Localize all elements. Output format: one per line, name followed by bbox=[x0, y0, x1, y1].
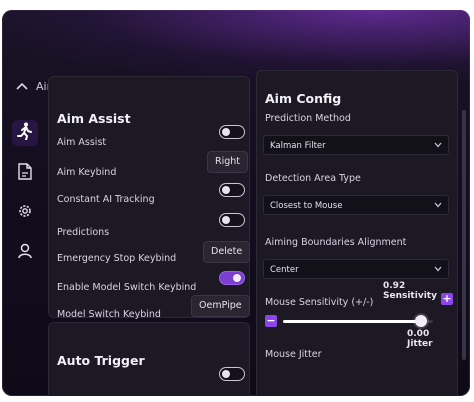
enable-model-switch-label: Enable Model Switch Keybind bbox=[57, 282, 197, 293]
detection-area-select[interactable]: Closest to Mouse bbox=[263, 195, 449, 215]
sidebar-item-models[interactable] bbox=[12, 160, 38, 186]
constant-tracking-label: Constant AI Tracking bbox=[57, 194, 155, 205]
enable-model-switch-toggle[interactable] bbox=[219, 271, 245, 285]
aiming-alignment-value: Center bbox=[270, 265, 299, 275]
prediction-method-label: Prediction Method bbox=[265, 113, 351, 124]
aim-assist-panel: Aim Assist Aim Assist Aim Keybind Right … bbox=[48, 76, 251, 320]
constant-tracking-toggle[interactable] bbox=[219, 183, 245, 197]
mouse-sensitivity-slider[interactable] bbox=[283, 320, 433, 323]
sidebar bbox=[12, 120, 40, 280]
predictions-toggle[interactable] bbox=[219, 213, 245, 227]
emergency-stop-button[interactable]: Delete bbox=[203, 241, 251, 263]
auto-trigger-panel: Auto Trigger bbox=[48, 322, 250, 396]
auto-trigger-title: Auto Trigger bbox=[57, 353, 145, 368]
mouse-sensitivity-fill bbox=[283, 320, 421, 323]
auto-trigger-toggle[interactable] bbox=[219, 367, 245, 381]
model-switch-button[interactable]: OemPipe bbox=[191, 295, 250, 317]
sensitivity-increase-button[interactable]: + bbox=[441, 293, 453, 305]
scrollbar[interactable] bbox=[462, 110, 466, 360]
app-window: Aimmy bbox=[2, 10, 470, 396]
prediction-method-select[interactable]: Kalman Filter bbox=[263, 135, 449, 155]
detection-area-value: Closest to Mouse bbox=[270, 201, 343, 211]
sensitivity-decrease-button[interactable]: − bbox=[265, 315, 277, 327]
predictions-label: Predictions bbox=[57, 227, 110, 238]
running-person-icon bbox=[17, 122, 33, 144]
emergency-stop-label: Emergency Stop Keybind bbox=[57, 253, 177, 264]
sidebar-item-settings[interactable] bbox=[12, 200, 38, 226]
sidebar-item-aim[interactable] bbox=[12, 120, 38, 146]
gear-icon bbox=[17, 203, 33, 223]
chevron-down-icon bbox=[434, 196, 442, 216]
sidebar-item-account[interactable] bbox=[12, 240, 38, 266]
aim-assist-toggle[interactable] bbox=[219, 125, 245, 139]
mouse-sensitivity-knob[interactable] bbox=[415, 315, 427, 327]
aim-assist-title: Aim Assist bbox=[57, 111, 131, 126]
model-switch-label: Model Switch Keybind bbox=[57, 309, 161, 320]
mouse-jitter-label: Mouse Jitter bbox=[265, 349, 322, 360]
aim-assist-label: Aim Assist bbox=[57, 137, 107, 148]
prediction-method-value: Kalman Filter bbox=[270, 141, 326, 151]
aiming-alignment-label: Aiming Boundaries Alignment bbox=[265, 237, 407, 248]
collapse-chevron-icon[interactable] bbox=[16, 80, 28, 93]
aim-config-title: Aim Config bbox=[265, 91, 342, 106]
aim-keybind-button[interactable]: Right bbox=[207, 151, 249, 173]
detection-area-label: Detection Area Type bbox=[265, 173, 361, 184]
user-icon bbox=[18, 243, 32, 263]
file-icon bbox=[18, 162, 32, 184]
aiming-alignment-select[interactable]: Center bbox=[263, 259, 449, 279]
aim-config-panel: Aim Config Prediction Method Kalman Filt… bbox=[256, 70, 458, 396]
mouse-sensitivity-label: Mouse Sensitivity (+/-) bbox=[265, 297, 374, 308]
chevron-down-icon bbox=[434, 260, 442, 280]
chevron-down-icon bbox=[434, 136, 442, 156]
aim-keybind-label: Aim Keybind bbox=[57, 167, 117, 178]
mouse-jitter-value: 0.00 Jitter bbox=[407, 329, 433, 349]
